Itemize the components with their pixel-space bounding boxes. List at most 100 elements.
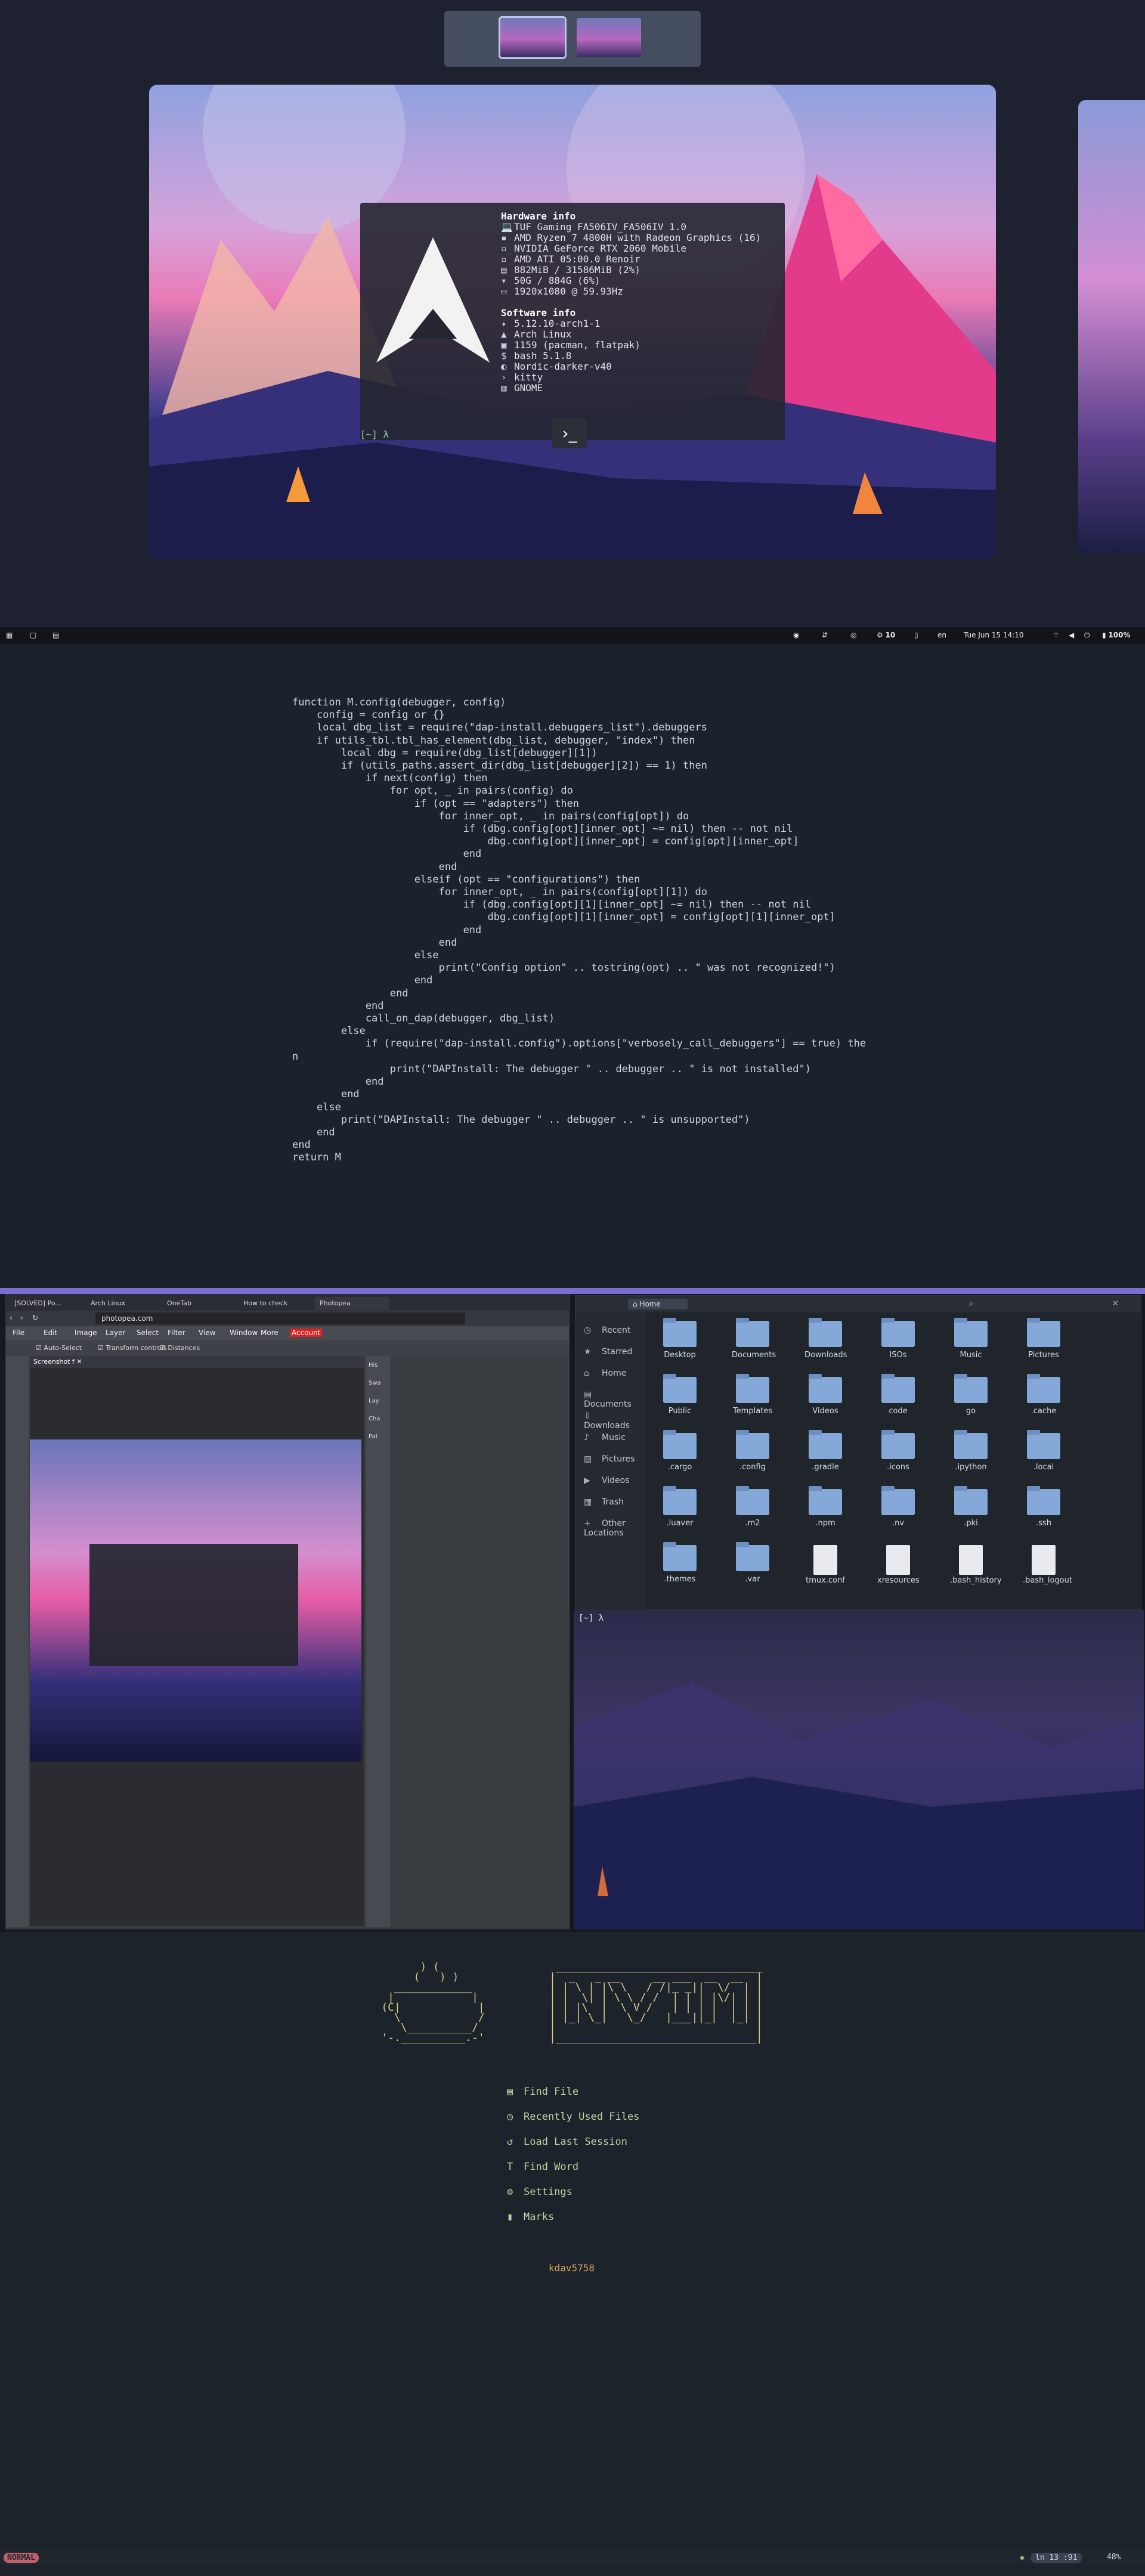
file-item[interactable]: tmux.conf [804,1545,846,1601]
file-item[interactable]: .config [732,1430,773,1489]
menu-item[interactable]: More [259,1329,280,1337]
clock[interactable]: Tue Jun 15 14:10 [964,631,1024,639]
doc-tab[interactable]: Screenshot f ✕ [30,1356,364,1368]
workspace-thumb-1[interactable] [499,16,567,59]
browser-tab[interactable]: OneTab [162,1297,236,1310]
file-item[interactable]: .gradle [804,1430,846,1489]
file-item[interactable]: .npm [804,1486,846,1545]
sidebar-item[interactable]: ⌂ Home [584,1368,626,1378]
file-item[interactable]: Pictures [1023,1318,1064,1377]
workspace-indicator[interactable]: ⚙ 10 [877,631,895,639]
headphone-icon[interactable]: ◎ [850,631,856,639]
window-icon[interactable]: ▢ [30,631,36,639]
side-window-preview[interactable] [1078,100,1145,553]
menu-item[interactable]: Window [228,1329,259,1337]
browser-tab[interactable]: How to check [239,1297,312,1310]
close-icon[interactable]: ✕ [1112,1299,1119,1308]
sidebar-item[interactable]: ▦ Trash [584,1497,624,1507]
power-icon[interactable]: ⏻ [1084,631,1090,640]
file-item[interactable]: Documents [732,1318,776,1377]
path-bar[interactable]: ⌂ Home [628,1299,688,1309]
files-icon[interactable]: ▤ [52,631,59,639]
option-checkbox[interactable]: ☑ Auto-Select [36,1344,82,1352]
files-window[interactable]: ⌂ Home ⌕ ✕ ◷ Recent ★ Starred ⌂ Home ▤Document… [575,1295,1141,1611]
file-item[interactable]: Videos [804,1374,846,1433]
battery-indicator[interactable]: ▮ 100% [1102,631,1131,639]
file-item[interactable]: .m2 [732,1486,773,1545]
apps-icon[interactable]: ▦ [6,631,13,639]
file-item[interactable]: .pki [950,1486,992,1545]
sidebar-item[interactable]: ◷ Recent [584,1326,630,1335]
sidebar-item[interactable]: ▤Documents [584,1390,646,1409]
dashboard-item[interactable]: ▤ Find File [507,2086,578,2098]
back-icon[interactable]: ‹ [10,1314,13,1322]
file-item[interactable]: .nv [877,1486,919,1545]
browser-tab[interactable]: Arch Linux [86,1297,160,1310]
wifi-icon[interactable]: ⌔ [1053,631,1059,640]
terminal-app-icon[interactable]: ›_ [552,419,587,448]
sidebar-item[interactable]: ♪ Music [584,1433,626,1442]
file-item[interactable]: .ipython [950,1430,992,1489]
code-buffer[interactable]: function M.config(debugger, config) conf… [292,696,866,1165]
menu-item[interactable]: Image [73,1329,99,1337]
file-item[interactable]: go [950,1374,992,1433]
menu-item[interactable]: File [11,1329,26,1337]
right-panel-tab[interactable]: Cha [369,1416,380,1422]
desktop-window-preview[interactable]: Hardware info 💻 TUF Gaming FA506IV_FA506I… [149,85,996,559]
language-indicator[interactable]: en [937,631,946,639]
file-item[interactable]: code [877,1374,919,1433]
menu-item[interactable]: Select [135,1329,160,1337]
search-icon[interactable]: ⌕ [969,1299,973,1308]
option-checkbox[interactable]: ☑ Transform controls [98,1344,166,1352]
dashboard-item[interactable]: T Find Word [507,2161,578,2173]
workspace-thumb-2[interactable] [577,18,641,57]
file-item[interactable]: .ssh [1023,1486,1064,1545]
dashboard-item[interactable]: ↺ Load Last Session [507,2136,627,2148]
menu-item[interactable]: Account [290,1329,323,1337]
dashboard-item[interactable]: ⚙ Settings [507,2186,572,2198]
file-item[interactable]: .var [732,1542,773,1601]
file-item[interactable]: .cargo [659,1430,701,1489]
sidebar-item[interactable]: ▶ Videos [584,1476,630,1485]
url-bar[interactable]: photopea.com [95,1312,465,1324]
file-item[interactable]: xresources [877,1545,920,1601]
menu-item[interactable]: View [197,1329,217,1337]
file-item[interactable]: Downloads [804,1318,847,1377]
sidebar-item[interactable]: ⇩Downloads [584,1411,646,1431]
right-panel-tab[interactable]: His [369,1362,378,1368]
discord-icon[interactable]: ◉ [793,631,799,639]
browser-tab[interactable]: [SOLVED] Po... [10,1297,83,1310]
sidebar-item[interactable]: ▨ Pictures [584,1454,635,1464]
file-item[interactable]: Templates [732,1374,773,1433]
menu-item[interactable]: Edit [42,1329,59,1337]
dashboard-item[interactable]: ▮ Marks [507,2211,554,2223]
network-icon[interactable]: ⇵ [822,631,828,639]
forward-icon[interactable]: › [20,1314,23,1322]
dashboard-item[interactable]: ◷ Recently Used Files [507,2111,639,2123]
right-panel-tab[interactable]: Pat [369,1433,378,1440]
file-item[interactable]: .bash_history [950,1545,1002,1601]
vim-dashboard[interactable]: ) ( ________________________________ ( )… [0,1932,1145,2576]
code-editor[interactable]: function M.config(debugger, config) conf… [0,644,1145,1288]
menu-item[interactable]: Filter [166,1329,187,1337]
file-item[interactable]: ISOs [877,1318,919,1377]
reload-icon[interactable]: ↻ [32,1314,38,1322]
file-item[interactable]: Public [659,1374,701,1433]
terminal-window[interactable]: [~] λ [574,1610,1144,1930]
sidebar-item[interactable]: + Other Locations [584,1519,646,1538]
browser-window[interactable]: [SOLVED] Po... Arch Linux OneTab How to che… [5,1294,570,1930]
file-item[interactable]: .themes [659,1542,701,1601]
browser-tab[interactable]: Photopea [315,1297,389,1310]
right-panel-tab[interactable]: Lay [369,1398,379,1404]
file-item[interactable]: .bash_logout [1023,1545,1072,1601]
canvas-area[interactable] [30,1368,364,1926]
file-item[interactable]: .icons [877,1430,919,1489]
neofetch-terminal[interactable]: Hardware info 💻 TUF Gaming FA506IV_FA506I… [360,203,785,440]
right-panel-tab[interactable]: Swa [369,1380,381,1386]
file-item[interactable]: .local [1023,1430,1064,1489]
volume-icon[interactable]: ◀ [1069,631,1074,639]
sidebar-item[interactable]: ★ Starred [584,1347,632,1357]
file-item[interactable]: .cache [1023,1374,1064,1433]
file-item[interactable]: .luaver [659,1486,701,1545]
menu-item[interactable]: Layer [104,1329,127,1337]
